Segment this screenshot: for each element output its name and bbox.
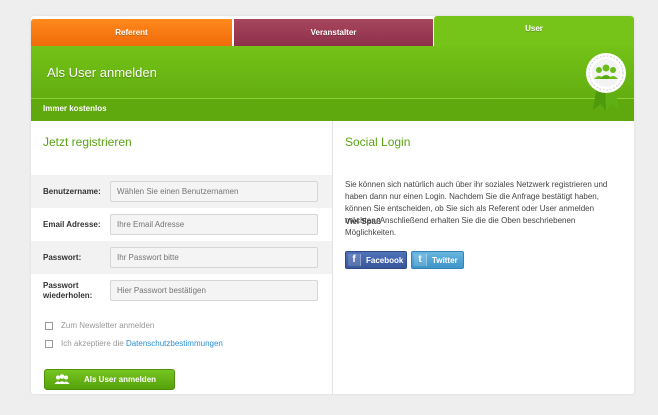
register-title: Jetzt registrieren [43, 135, 132, 149]
email-row: Email Adresse: [31, 208, 332, 241]
password-repeat-row: Passwort wiederholen: [31, 274, 332, 307]
register-submit-label: Als User anmelden [84, 375, 157, 384]
password-label: Passwort: [43, 253, 82, 262]
password-repeat-label: Passwort wiederholen: [43, 281, 92, 301]
users-icon [586, 53, 626, 111]
privacy-policy-link[interactable]: Datenschutzbestimmungen [126, 339, 223, 348]
newsletter-checkbox[interactable] [45, 322, 53, 330]
social-login-panel: Social Login Sie können sich natürlich a… [333, 121, 634, 394]
register-panel: Jetzt registrieren Benutzername: Email A… [31, 121, 332, 394]
terms-checkbox[interactable] [45, 340, 53, 348]
register-submit-button[interactable]: Als User anmelden [44, 369, 175, 390]
username-input[interactable] [110, 181, 318, 202]
tab-user[interactable]: User [434, 16, 634, 46]
twitter-login-button[interactable]: t Twitter [411, 251, 464, 269]
social-login-description: Sie können sich natürlich auch über ihr … [345, 180, 608, 237]
page-title: Als User anmelden [47, 65, 157, 80]
password-repeat-label-line1: Passwort [43, 281, 79, 290]
username-row: Benutzername: [31, 175, 332, 208]
email-label: Email Adresse: [43, 220, 101, 229]
password-repeat-input[interactable] [110, 280, 318, 301]
password-input[interactable] [110, 247, 318, 268]
social-login-title: Social Login [345, 135, 411, 149]
terms-prefix: Ich akzeptiere die [61, 339, 124, 348]
users-icon [54, 374, 70, 384]
twitter-label: Twitter [432, 256, 458, 265]
role-tabs: Referent Veranstalter User [31, 16, 634, 46]
tab-veranstalter[interactable]: Veranstalter [233, 19, 433, 46]
newsletter-label: Zum Newsletter anmelden [61, 321, 155, 330]
email-input[interactable] [110, 214, 318, 235]
subheader-bar: Immer kostenlos [31, 98, 634, 121]
social-login-closing: Viel Spaß [345, 217, 381, 226]
password-row: Passwort: [31, 241, 332, 274]
terms-label: Ich akzeptiere die Datenschutzbestimmung… [61, 339, 223, 348]
header-banner: Als User anmelden [31, 46, 634, 98]
subheader-text: Immer kostenlos [43, 104, 107, 113]
registration-card: Referent Veranstalter User Als User anme… [31, 16, 634, 394]
tab-referent[interactable]: Referent [31, 19, 232, 46]
twitter-icon: t [414, 254, 427, 266]
username-label: Benutzername: [43, 187, 101, 196]
facebook-label: Facebook [366, 256, 404, 265]
password-repeat-label-line2: wiederholen: [43, 291, 93, 300]
facebook-login-button[interactable]: f Facebook [345, 251, 407, 269]
facebook-icon: f [348, 254, 361, 266]
